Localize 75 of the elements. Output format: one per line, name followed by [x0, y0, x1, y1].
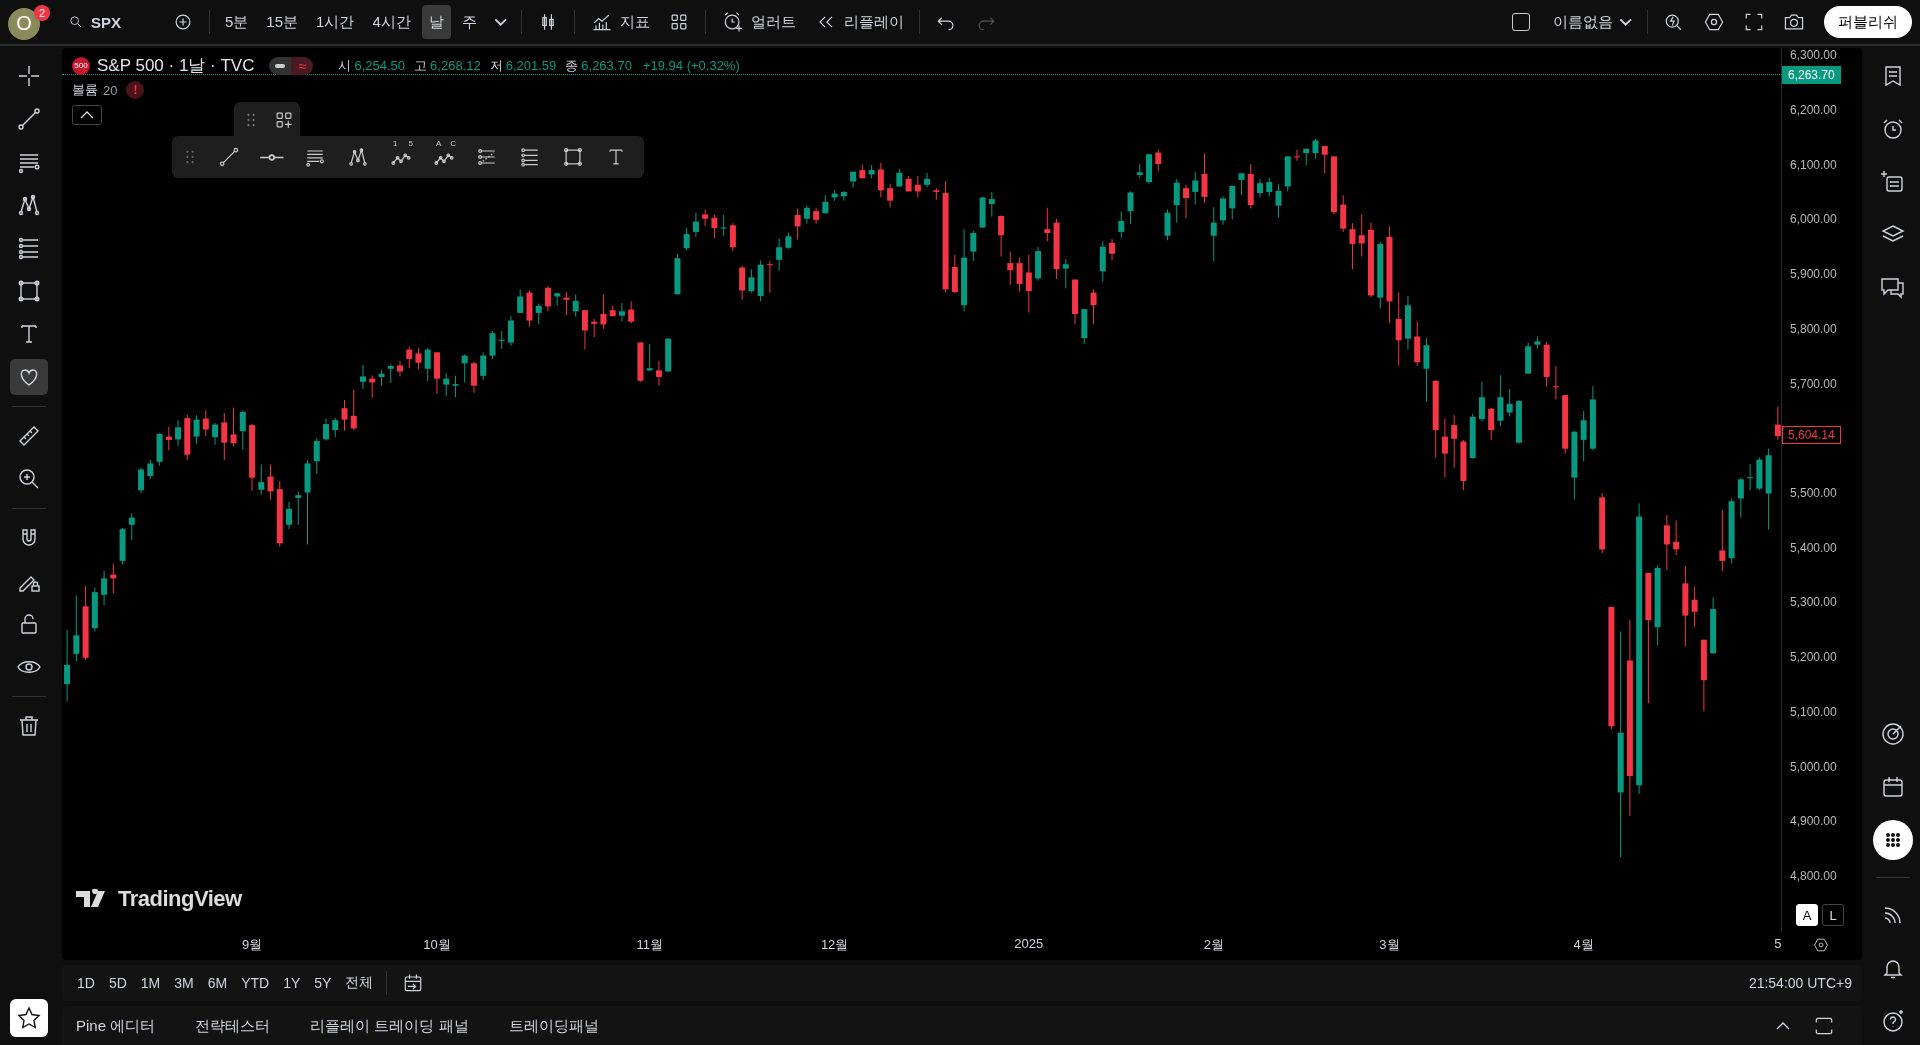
- volume-label: 볼륨: [72, 81, 98, 99]
- time-axis-label: 2025: [1014, 936, 1044, 951]
- drawing-tool-button[interactable]: A C: [428, 141, 460, 173]
- price-axis-label: 6,100.00: [1790, 156, 1837, 173]
- time-axis-label: 3월: [1379, 936, 1400, 954]
- ohlc-label: 종: [565, 56, 579, 75]
- price-axis-label: 5,100.00: [1790, 703, 1837, 720]
- price-axis-label: 5,900.00: [1790, 266, 1837, 283]
- drawing-tool-button[interactable]: 1 5: [385, 141, 417, 173]
- range-button[interactable]: 5D: [103, 971, 132, 995]
- price-axis-label: 6,300.00: [1790, 47, 1837, 64]
- interval-button[interactable]: 1시간: [309, 5, 362, 39]
- price-axis-label: 4,900.00: [1790, 813, 1837, 830]
- last-price-tag: 6,263.70: [1782, 66, 1841, 84]
- ohlc-value: 6,263.70: [581, 58, 632, 73]
- ohlc-value: 6,201.59: [505, 58, 557, 73]
- panel-tab[interactable]: 리플레이 트레이딩 패널: [310, 1016, 469, 1036]
- price-axis-label: 5,200.00: [1790, 649, 1837, 666]
- range-button[interactable]: 3M: [169, 971, 199, 995]
- range-button[interactable]: 전체: [340, 970, 379, 996]
- interval-button[interactable]: 15분: [259, 5, 306, 39]
- panel-tab[interactable]: Pine 에디터: [76, 1016, 156, 1036]
- price-axis-label: 4,800.00: [1790, 868, 1837, 885]
- interval-button[interactable]: 날: [421, 5, 451, 39]
- indicators-button[interactable]: 지표: [583, 5, 658, 39]
- time-axis-label: 11월: [636, 936, 663, 954]
- price-axis-label: 6,200.00: [1790, 101, 1837, 118]
- wave-mark: A: [436, 139, 442, 148]
- time-axis-label: 12월: [820, 936, 849, 954]
- scale-toggle[interactable]: A: [1796, 904, 1818, 926]
- ohlc-label: 시: [338, 56, 352, 75]
- panel-tab[interactable]: 트레이딩패널: [508, 1016, 599, 1036]
- range-button[interactable]: YTD: [236, 971, 275, 995]
- ohlc-label: 고: [414, 56, 428, 75]
- current-price-tag: 5,604.14: [1782, 426, 1841, 444]
- ohlc-value: 6,254.50: [354, 58, 406, 73]
- logo-text: TradingView: [118, 886, 242, 912]
- time-axis-label: 4월: [1573, 936, 1594, 954]
- clock-text: 21:54:00 UTC+9: [1748, 975, 1852, 991]
- interval-button[interactable]: 4시간: [365, 5, 418, 39]
- interval-button[interactable]: 주: [454, 5, 484, 39]
- ohlc-value: 6,268.12: [430, 58, 481, 73]
- time-axis-label: 10월: [423, 936, 451, 954]
- time-axis-label: 5: [1774, 936, 1782, 951]
- range-button[interactable]: 1D: [72, 971, 100, 995]
- range-button[interactable]: 1M: [135, 971, 166, 995]
- price-axis-label: 5,300.00: [1790, 594, 1837, 611]
- price-axis-label: 5,800.00: [1790, 320, 1837, 337]
- price-axis-label: 5,700.00: [1790, 375, 1837, 392]
- replay-button[interactable]: 리플레이: [807, 5, 912, 39]
- symbol-title[interactable]: S&P 500 · 1날 · TVC: [97, 54, 255, 77]
- time-axis-label: 2월: [1203, 936, 1224, 954]
- notification-badge: 2: [34, 4, 50, 21]
- alert-button[interactable]: 얼러트: [714, 5, 804, 39]
- wave-mark: 5: [408, 139, 413, 148]
- panel-tab[interactable]: 전략테스터: [195, 1016, 271, 1036]
- wave-mark: C: [450, 139, 456, 148]
- ohlc-label: 저: [489, 56, 503, 75]
- wave-mark: 1: [393, 139, 398, 148]
- avatar-button[interactable]: O: [8, 7, 40, 40]
- price-axis-label: 6,000.00: [1790, 211, 1837, 228]
- price-axis-label: 5,400.00: [1790, 539, 1837, 556]
- range-button[interactable]: 1Y: [278, 971, 306, 995]
- price-change: +19.94 (+0.32%): [642, 58, 740, 73]
- price-axis-label: 5,500.00: [1790, 485, 1837, 501]
- layout-name-button[interactable]: 이름없음: [1545, 5, 1639, 39]
- time-axis-label: 9월: [241, 936, 263, 954]
- volume-value: 20: [103, 82, 118, 98]
- symbol-search-button[interactable]: SPX: [60, 5, 161, 39]
- scale-toggle[interactable]: L: [1822, 904, 1844, 926]
- interval-button[interactable]: 5분: [218, 5, 256, 39]
- price-axis-label: 5,000.00: [1790, 758, 1837, 775]
- range-button[interactable]: 6M: [202, 971, 233, 995]
- range-button[interactable]: 5Y: [309, 971, 337, 995]
- publish-button[interactable]: 퍼블리쉬: [1824, 6, 1912, 38]
